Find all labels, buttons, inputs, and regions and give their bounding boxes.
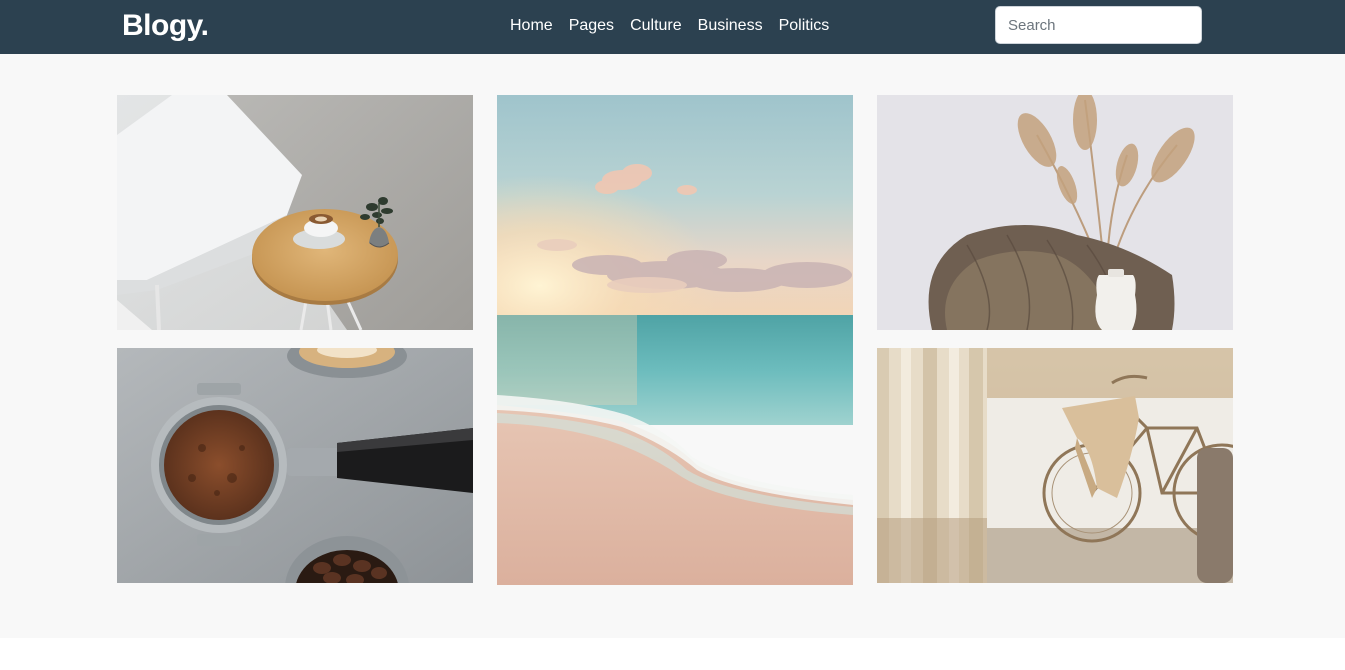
coffee-table-photo xyxy=(117,95,473,330)
nav-link-pages[interactable]: Pages xyxy=(569,15,614,37)
gallery-image-pampas[interactable] xyxy=(877,95,1233,330)
main-nav: Home Pages Culture Business Politics xyxy=(510,15,829,37)
portafilter-photo xyxy=(117,348,473,583)
gallery-image-beach[interactable] xyxy=(497,95,853,585)
nav-link-culture[interactable]: Culture xyxy=(630,15,682,37)
gallery-image-coffee-table[interactable] xyxy=(117,95,473,330)
pampas-photo xyxy=(877,95,1233,330)
nav-link-politics[interactable]: Politics xyxy=(779,15,830,37)
navbar: Blogy. Home Pages Culture Business Polit… xyxy=(0,0,1345,54)
gallery-image-portafilter[interactable] xyxy=(117,348,473,583)
nav-link-business[interactable]: Business xyxy=(698,15,763,37)
nav-link-home[interactable]: Home xyxy=(510,15,553,37)
search-input[interactable] xyxy=(995,6,1202,44)
gallery-image-bicycle[interactable] xyxy=(877,348,1233,583)
brand-logo[interactable]: Blogy. xyxy=(122,8,209,44)
beach-photo xyxy=(497,95,853,585)
bicycle-photo xyxy=(877,348,1233,583)
gallery-section xyxy=(0,54,1345,638)
